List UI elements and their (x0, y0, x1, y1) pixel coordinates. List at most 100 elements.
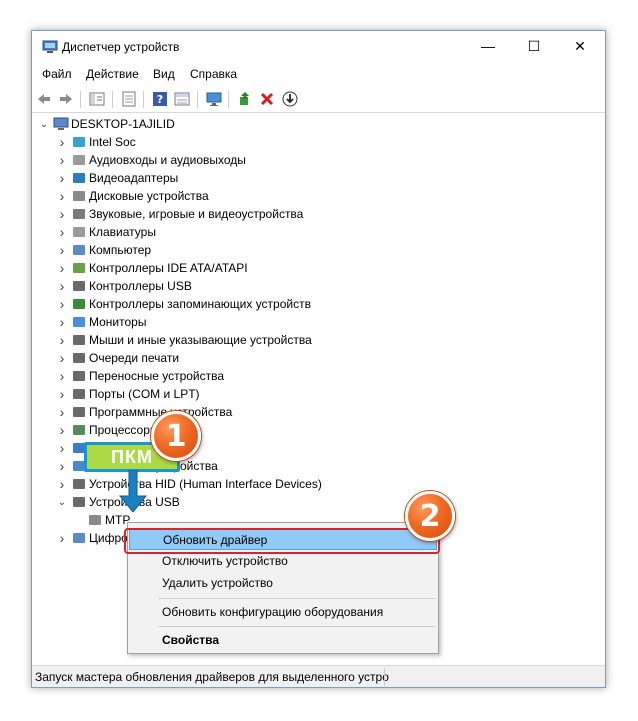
device-category-icon (73, 371, 85, 381)
tree-item[interactable]: › Очереди печати (54, 349, 494, 367)
chevron-right-icon[interactable]: › (54, 385, 70, 403)
tree-item[interactable]: › Компьютер (54, 241, 494, 259)
menu-file[interactable]: Файл (42, 67, 72, 81)
chevron-right-icon[interactable]: › (54, 277, 70, 295)
chevron-right-icon[interactable]: › (54, 187, 70, 205)
minimize-button[interactable]: — (465, 31, 511, 61)
show-hide-tree-icon[interactable] (89, 91, 105, 107)
menu-bar: Файл Действие Вид Справка (32, 63, 605, 85)
chevron-right-icon[interactable]: › (54, 223, 70, 241)
chevron-right-icon[interactable]: › (54, 439, 70, 457)
context-properties-label: Свойства (162, 633, 220, 647)
device-category-icon (73, 335, 85, 345)
chevron-down-icon[interactable]: ⌄ (54, 493, 70, 511)
title-bar[interactable]: Диспетчер устройств — ☐ ✕ (32, 31, 605, 63)
chevron-right-icon[interactable]: › (54, 151, 70, 169)
chevron-right-icon[interactable]: › (54, 313, 70, 331)
tree-item-label: Порты (COM и LPT) (89, 387, 200, 401)
chevron-right-icon[interactable]: › (54, 475, 70, 493)
chevron-right-icon[interactable]: › (54, 169, 70, 187)
context-disable-device-label: Отключить устройство (162, 554, 288, 568)
computer-icon (53, 117, 69, 130)
back-arrow-icon[interactable] (36, 91, 52, 107)
chevron-right-icon[interactable]: › (54, 241, 70, 259)
chevron-right-icon[interactable]: › (54, 367, 70, 385)
maximize-button[interactable]: ☐ (511, 31, 557, 61)
tree-item-label: Intel Soc (89, 135, 136, 149)
download-icon[interactable] (282, 91, 298, 107)
tree-root[interactable]: ⌄ DESKTOP-1AJILID (36, 115, 436, 133)
window-title: Диспетчер устройств (62, 40, 180, 54)
tree-item[interactable]: › Дисковые устройства (54, 187, 494, 205)
tree-item[interactable]: › Контроллеры IDE ATA/ATAPI (54, 259, 494, 277)
tree-item-label: Мыши и иные указывающие устройства (89, 333, 312, 347)
tree-item-label: Компьютер (89, 243, 152, 257)
tree-item[interactable]: › Клавиатуры (54, 223, 494, 241)
device-category-icon (73, 317, 85, 327)
menu-help[interactable]: Справка (190, 67, 237, 81)
device-category-icon (73, 299, 85, 309)
tree-item[interactable]: › Контроллеры запоминающих устройств (54, 295, 494, 313)
tree-item[interactable]: › Контроллеры USB (54, 277, 494, 295)
device-category-icon (73, 155, 85, 165)
forward-arrow-icon[interactable] (58, 91, 74, 107)
chevron-right-icon[interactable]: › (54, 403, 70, 421)
maximize-icon: ☐ (527, 37, 541, 54)
tree-item-label: Видеоадаптеры (89, 171, 179, 185)
device-category-icon (73, 227, 85, 237)
tree-item[interactable]: › Видеоадаптеры (54, 169, 494, 187)
tree-item[interactable]: › Мыши и иные указывающие устройства (54, 331, 494, 349)
delete-icon[interactable] (259, 91, 275, 107)
chevron-right-icon[interactable]: › (54, 295, 70, 313)
update-driver-icon[interactable] (237, 91, 253, 107)
context-uninstall-device[interactable]: Удалить устройство (129, 572, 437, 594)
chevron-right-icon[interactable]: › (54, 457, 70, 475)
tree-item[interactable]: › Звуковые, игровые и видеоустройства (54, 205, 494, 223)
tree-item-label: Дисковые устройства (89, 189, 209, 203)
device-manager-app-icon (42, 40, 58, 53)
status-text: Запуск мастера обновления драйверов для … (35, 670, 389, 684)
pkm-arrow-icon (118, 470, 148, 512)
tree-item[interactable]: › Аудиовходы и аудиовыходы (54, 151, 494, 169)
chevron-right-icon[interactable]: › (54, 259, 70, 277)
chevron-right-icon[interactable]: › (54, 349, 70, 367)
chevron-right-icon[interactable]: › (54, 529, 70, 547)
tree-item[interactable]: › Процессоры (54, 421, 494, 439)
chevron-right-icon[interactable]: › (54, 421, 70, 439)
details-view-icon[interactable] (174, 91, 190, 107)
close-button[interactable]: ✕ (557, 31, 603, 61)
chevron-right-icon[interactable]: › (54, 205, 70, 223)
device-category-icon (73, 245, 85, 255)
menu-view[interactable]: Вид (153, 67, 175, 81)
chevron-down-icon[interactable]: ⌄ (36, 115, 52, 133)
step-1-badge: 1 (151, 411, 201, 461)
device-category-icon (73, 137, 85, 147)
device-category-icon (89, 515, 101, 525)
device-category-icon (73, 353, 85, 363)
context-disable-device[interactable]: Отключить устройство (129, 550, 437, 572)
chevron-right-icon[interactable]: › (54, 133, 70, 151)
tree-item[interactable]: › Программные устройства (54, 403, 494, 421)
minimize-icon: — (481, 38, 495, 54)
monitor-icon[interactable] (206, 91, 222, 107)
tree-item[interactable]: › Переносные устройства (54, 367, 494, 385)
tree-item-label: Переносные устройства (89, 369, 225, 383)
chevron-right-icon[interactable]: › (54, 331, 70, 349)
tree-item[interactable]: › Мониторы (54, 313, 494, 331)
properties-icon[interactable] (121, 91, 137, 107)
tree-item[interactable]: › Порты (COM и LPT) (54, 385, 494, 403)
device-category-icon (73, 533, 85, 543)
help-icon[interactable]: ? (152, 91, 168, 107)
tree-item-label: Контроллеры запоминающих устройств (89, 297, 311, 311)
context-properties[interactable]: Свойства (129, 629, 437, 651)
context-scan-hardware[interactable]: Обновить конфигурацию оборудования (129, 601, 437, 623)
tree-item-label: Звуковые, игровые и видеоустройства (89, 207, 304, 221)
tree-item[interactable]: › Intel Soc (54, 133, 494, 151)
device-category-icon (73, 173, 85, 183)
device-category-icon (73, 389, 85, 399)
step-2-badge: 2 (405, 491, 455, 541)
context-scan-hardware-label: Обновить конфигурацию оборудования (162, 605, 384, 619)
menu-action[interactable]: Действие (86, 67, 139, 81)
tree-item-label: Мониторы (89, 315, 147, 329)
device-category-icon (73, 497, 85, 507)
